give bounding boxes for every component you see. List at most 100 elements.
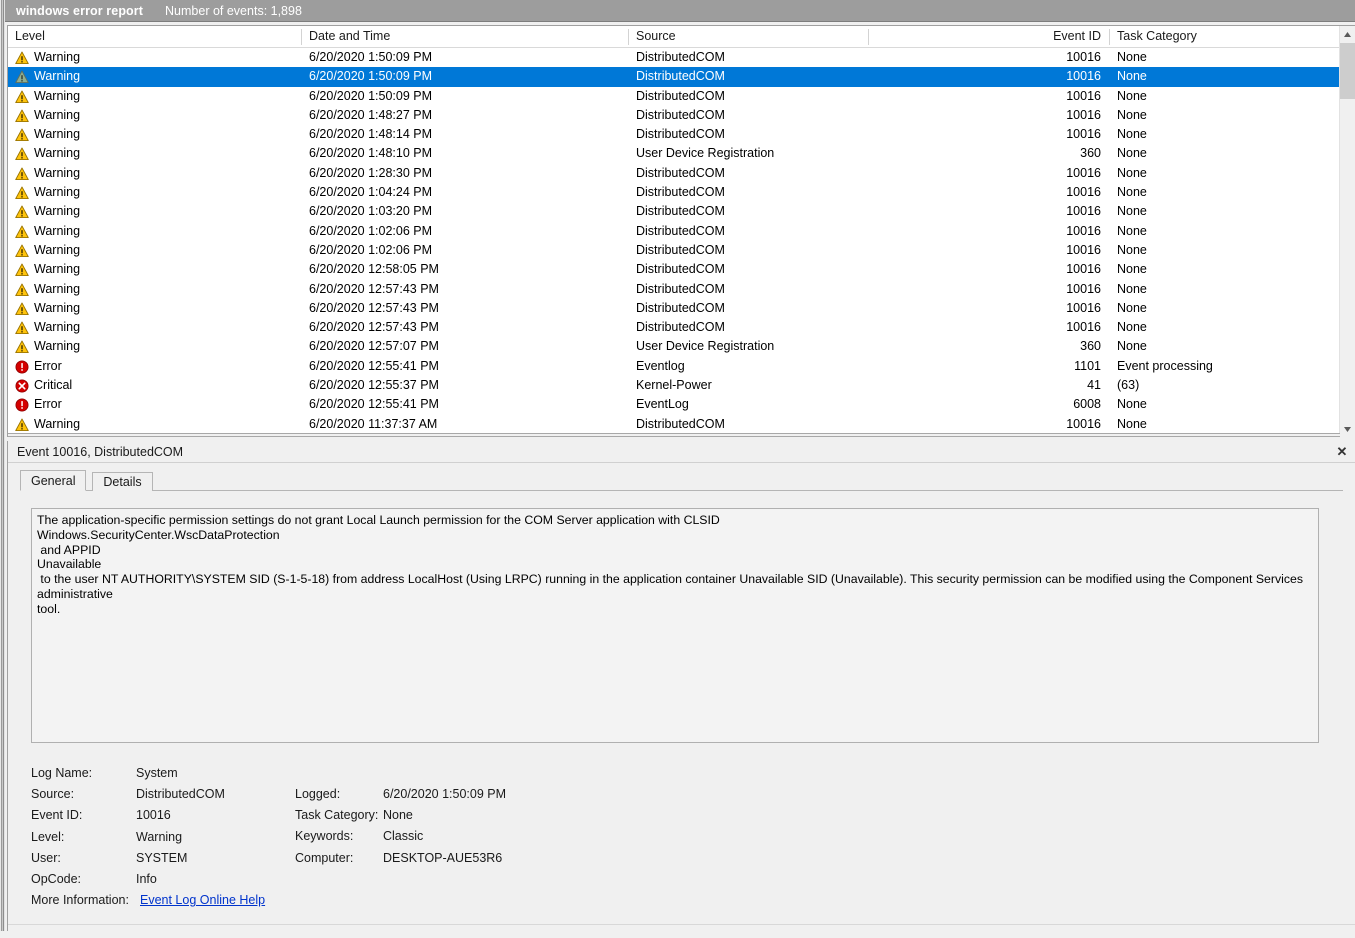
description-line: Windows.SecurityCenter.WscDataProtection bbox=[37, 527, 280, 542]
cell-datetime: 6/20/2020 12:57:43 PM bbox=[309, 281, 439, 296]
table-row[interactable]: Warning 6/20/2020 12:57:43 PM DistributedC… bbox=[8, 299, 1340, 318]
cell-source: Eventlog bbox=[636, 358, 685, 373]
table-row[interactable]: Warning 6/20/2020 1:02:06 PM DistributedCO… bbox=[8, 222, 1340, 241]
cell-task-category: None bbox=[1117, 416, 1147, 431]
column-divider[interactable] bbox=[628, 29, 629, 45]
event-description-box[interactable]: The application-specific permission sett… bbox=[31, 508, 1319, 743]
table-row[interactable]: Warning 6/20/2020 1:28:30 PM DistributedCO… bbox=[8, 164, 1340, 183]
cell-source: DistributedCOM bbox=[636, 416, 725, 431]
cell-source: DistributedCOM bbox=[636, 262, 725, 277]
cell-datetime: 6/20/2020 1:50:09 PM bbox=[309, 69, 433, 84]
cell-source: DistributedCOM bbox=[636, 300, 725, 315]
cell-datetime: 6/20/2020 12:57:43 PM bbox=[309, 300, 439, 315]
cell-datetime: 6/20/2020 1:02:06 PM bbox=[309, 242, 433, 257]
table-row[interactable]: Warning 6/20/2020 1:48:10 PM User Device R… bbox=[8, 144, 1340, 163]
table-row[interactable]: Warning 6/20/2020 1:03:20 PM DistributedCO… bbox=[8, 202, 1340, 221]
cell-event-id: 10016 bbox=[1066, 300, 1101, 315]
cell-event-id: 10016 bbox=[1066, 88, 1101, 103]
event-viewer-window: windows error report Number of events: 1… bbox=[0, 0, 1355, 938]
table-row[interactable]: Warning 6/20/2020 1:48:14 PM DistributedCO… bbox=[8, 125, 1340, 144]
table-row[interactable]: Warning 6/20/2020 1:50:09 PM DistributedCO… bbox=[8, 48, 1340, 67]
cell-source: DistributedCOM bbox=[636, 320, 725, 335]
description-line: and APPID bbox=[37, 542, 101, 557]
cell-level: Warning bbox=[34, 416, 81, 431]
detail-bottom-edge bbox=[8, 924, 1355, 931]
cell-source: DistributedCOM bbox=[636, 204, 725, 219]
meta-value: Classic bbox=[383, 829, 424, 844]
table-row[interactable]: Warning 6/20/2020 1:48:27 PM DistributedCO… bbox=[8, 106, 1340, 125]
table-row[interactable]: Warning 6/20/2020 11:37:37 AM DistributedC… bbox=[8, 415, 1340, 434]
horizontal-splitter[interactable] bbox=[8, 433, 1340, 437]
event-count-label: Number of events: 1,898 bbox=[165, 3, 302, 18]
description-line: to the user NT AUTHORITY\SYSTEM SID (S-1… bbox=[37, 572, 1307, 601]
cell-task-category: None bbox=[1117, 165, 1147, 180]
description-line: The application-specific permission sett… bbox=[37, 513, 720, 527]
column-header-task-category[interactable]: Task Category bbox=[1110, 26, 1340, 47]
cell-level: Warning bbox=[34, 300, 81, 315]
close-icon[interactable]: ✕ bbox=[1333, 443, 1351, 461]
meta-value: DESKTOP-AUE53R6 bbox=[383, 850, 503, 865]
event-list-rows: Warning 6/20/2020 1:50:09 PM DistributedCO… bbox=[8, 48, 1340, 434]
detail-tabstrip: General Details bbox=[20, 470, 1343, 491]
cell-task-category: Event processing bbox=[1117, 358, 1213, 373]
window-caption-bar: windows error report Number of events: 1… bbox=[5, 0, 1355, 22]
table-row[interactable]: Warning 6/20/2020 1:50:09 PM DistributedCO… bbox=[8, 67, 1340, 87]
cell-datetime: 6/20/2020 1:48:10 PM bbox=[309, 146, 433, 161]
tab-details[interactable]: Details bbox=[92, 472, 153, 491]
cell-task-category: None bbox=[1117, 69, 1147, 84]
cell-datetime: 6/20/2020 12:55:37 PM bbox=[309, 378, 439, 393]
table-row[interactable]: Critical 6/20/2020 12:55:37 PM Kernel-Powe… bbox=[8, 376, 1340, 395]
event-list-scrollbar[interactable] bbox=[1339, 26, 1355, 437]
tab-general[interactable]: General bbox=[20, 470, 87, 491]
table-row[interactable]: Warning 6/20/2020 1:02:06 PM DistributedCO… bbox=[8, 241, 1340, 260]
cell-event-id: 41 bbox=[1087, 378, 1101, 393]
meta-label: Logged: bbox=[295, 787, 341, 801]
table-row[interactable]: Warning 6/20/2020 12:57:43 PM DistributedC… bbox=[8, 318, 1340, 337]
column-divider[interactable] bbox=[868, 29, 869, 45]
table-row[interactable]: Warning 6/20/2020 12:58:05 PM DistributedC… bbox=[8, 260, 1340, 279]
table-row[interactable]: Warning 6/20/2020 12:57:07 PM User Device … bbox=[8, 337, 1340, 356]
meta-value: System bbox=[136, 766, 178, 780]
cell-level: Error bbox=[34, 397, 62, 412]
cell-event-id: 10016 bbox=[1066, 127, 1101, 142]
window-bottom-edge bbox=[0, 931, 1355, 938]
scroll-up-arrow-icon[interactable] bbox=[1340, 26, 1355, 42]
table-row[interactable]: Warning 6/20/2020 12:57:43 PM DistributedC… bbox=[8, 280, 1340, 299]
cell-level: Warning bbox=[34, 146, 81, 161]
cell-event-id: 360 bbox=[1080, 146, 1101, 161]
cell-level: Warning bbox=[34, 262, 81, 277]
column-divider[interactable] bbox=[1109, 29, 1110, 45]
table-row[interactable]: Error 6/20/2020 12:55:41 PM Eventlog 1101 Ev… bbox=[8, 357, 1340, 376]
meta-label: Level: bbox=[31, 829, 65, 844]
cell-event-id: 10016 bbox=[1066, 165, 1101, 180]
column-header-source[interactable]: Source bbox=[629, 26, 868, 47]
cell-task-category: None bbox=[1117, 262, 1147, 277]
more-information-label: More Information: bbox=[31, 893, 129, 908]
column-header-level[interactable]: Level bbox=[8, 26, 301, 47]
scroll-down-arrow-icon[interactable] bbox=[1340, 421, 1355, 437]
scrollbar-thumb[interactable] bbox=[1340, 43, 1355, 99]
cell-level: Warning bbox=[34, 223, 81, 238]
cell-datetime: 6/20/2020 1:28:30 PM bbox=[309, 165, 433, 180]
cell-datetime: 6/20/2020 1:03:20 PM bbox=[309, 204, 433, 219]
cell-level: Warning bbox=[34, 339, 81, 354]
meta-value: SYSTEM bbox=[136, 850, 188, 865]
column-divider[interactable] bbox=[301, 29, 302, 45]
meta-value: None bbox=[383, 808, 413, 823]
meta-label: Computer: bbox=[295, 850, 354, 865]
cell-datetime: 6/20/2020 1:50:09 PM bbox=[309, 50, 433, 64]
cell-task-category: None bbox=[1117, 397, 1147, 412]
table-row[interactable]: Warning 6/20/2020 1:50:09 PM DistributedCO… bbox=[8, 87, 1340, 106]
table-row[interactable]: Error 6/20/2020 12:55:41 PM EventLog 6008 No… bbox=[8, 395, 1340, 414]
description-line: tool. bbox=[37, 601, 61, 616]
cell-level: Warning bbox=[34, 107, 81, 122]
event-log-online-help-link[interactable]: Event Log Online Help bbox=[140, 893, 265, 907]
column-header-datetime[interactable]: Date and Time bbox=[302, 26, 628, 47]
column-header-event-id[interactable]: Event ID bbox=[869, 26, 1109, 47]
cell-event-id: 6008 bbox=[1073, 397, 1101, 412]
event-metadata-grid: Log Name: System Source: DistributedCOM Even… bbox=[0, 752, 1348, 912]
cell-level: Warning bbox=[34, 320, 81, 335]
cell-task-category: None bbox=[1117, 320, 1147, 335]
cell-level: Warning bbox=[34, 127, 81, 142]
table-row[interactable]: Warning 6/20/2020 1:04:24 PM DistributedCO… bbox=[8, 183, 1340, 202]
